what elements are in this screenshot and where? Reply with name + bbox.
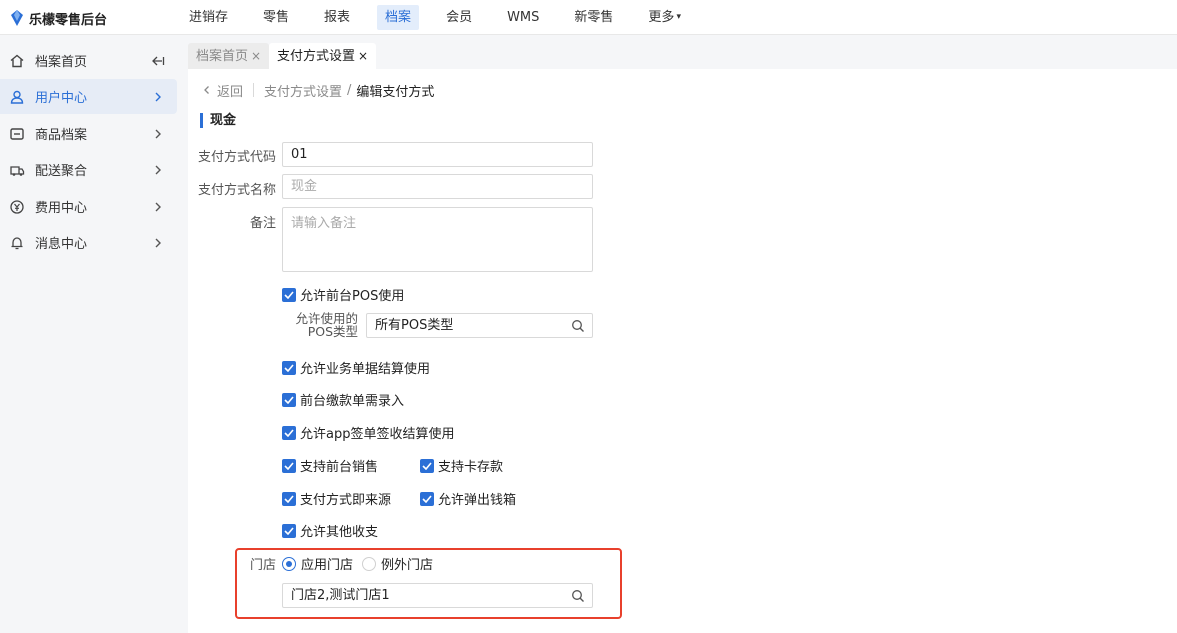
checkbox-checked-icon bbox=[282, 491, 296, 506]
tab-payment-settings[interactable]: 支付方式设置 × bbox=[269, 43, 377, 69]
nav-item-archive[interactable]: 档案 bbox=[377, 5, 420, 30]
nav-item-new-retail[interactable]: 新零售 bbox=[566, 5, 621, 30]
payment-is-source-checkbox[interactable]: 支付方式即来源 bbox=[282, 489, 391, 508]
nav-item-inventory[interactable]: 进销存 bbox=[181, 5, 236, 30]
pos-type-label: 允许使用的 POS类型 bbox=[280, 312, 358, 338]
allow-app-settle-checkbox[interactable]: 允许app签单签收结算使用 bbox=[282, 423, 454, 442]
checkbox-checked-icon bbox=[282, 392, 296, 407]
tab-label: 支付方式设置 bbox=[277, 49, 356, 64]
tab-archive-home[interactable]: 档案首页 × bbox=[188, 43, 270, 69]
breadcrumb-divider bbox=[253, 83, 255, 97]
breadcrumb-slash: / bbox=[347, 82, 352, 98]
remark-textarea[interactable]: 请输入备注 bbox=[282, 207, 593, 272]
name-label: 支付方式名称 bbox=[198, 183, 277, 198]
sidebar-item-fee-center[interactable]: 费用中心 bbox=[0, 189, 177, 224]
checkbox-checked-icon bbox=[282, 360, 296, 375]
top-bar: 乐檬零售后台 进销存 零售 报表 档案 会员 WMS 新零售 更多 ▾ bbox=[0, 0, 1177, 35]
nav-item-more[interactable]: 更多 ▾ bbox=[640, 5, 689, 30]
sidebar-item-label: 商品档案 bbox=[35, 128, 88, 143]
search-icon[interactable] bbox=[571, 319, 585, 333]
fee-icon bbox=[8, 198, 26, 216]
nav-item-reports[interactable]: 报表 bbox=[316, 5, 358, 30]
sidebar-item-label: 用户中心 bbox=[35, 91, 88, 106]
pos-type-select[interactable]: 所有POS类型 bbox=[366, 313, 593, 338]
checkbox-label: 前台缴款单需录入 bbox=[300, 394, 405, 409]
code-label: 支付方式代码 bbox=[198, 150, 277, 165]
checkbox-label: 允许业务单据结算使用 bbox=[300, 362, 431, 377]
sidebar-item-label: 费用中心 bbox=[35, 201, 88, 216]
checkbox-label: 支持前台销售 bbox=[300, 460, 379, 475]
chevron-right-icon bbox=[151, 163, 165, 177]
allow-cash-drawer-checkbox[interactable]: 允许弹出钱箱 bbox=[420, 489, 516, 508]
home-icon bbox=[8, 52, 26, 70]
name-input[interactable]: 现金 bbox=[282, 174, 593, 199]
product-icon bbox=[8, 125, 26, 143]
close-icon[interactable]: × bbox=[358, 49, 368, 63]
delivery-icon bbox=[8, 161, 26, 179]
nav-item-member[interactable]: 会员 bbox=[438, 5, 480, 30]
checkbox-checked-icon bbox=[282, 458, 296, 473]
sidebar-item-label: 配送聚合 bbox=[35, 164, 88, 179]
logo-icon bbox=[11, 10, 23, 26]
checkbox-checked-icon bbox=[282, 425, 296, 440]
pos-type-label-line2: POS类型 bbox=[307, 324, 358, 339]
sidebar-item-label: 消息中心 bbox=[35, 237, 88, 252]
sidebar-item-label: 档案首页 bbox=[35, 55, 88, 70]
checkbox-label: 允许弹出钱箱 bbox=[438, 493, 517, 508]
checkbox-label: 允许其他收支 bbox=[300, 525, 379, 540]
checkbox-checked-icon bbox=[420, 458, 434, 473]
caret-down-icon: ▾ bbox=[676, 12, 681, 22]
back-link[interactable]: 返回 bbox=[202, 81, 243, 100]
checkbox-label: 允许前台POS使用 bbox=[300, 289, 405, 304]
chevron-right-icon bbox=[151, 127, 165, 141]
checkbox-label: 支持卡存款 bbox=[438, 460, 504, 475]
app-title: 乐檬零售后台 bbox=[29, 12, 108, 28]
tab-bar: 档案首页 × 支付方式设置 × bbox=[188, 35, 1177, 69]
sidebar-item-user-center[interactable]: 用户中心 bbox=[0, 79, 177, 114]
back-label: 返回 bbox=[217, 84, 244, 100]
support-card-deposit-checkbox[interactable]: 支持卡存款 bbox=[420, 456, 503, 475]
breadcrumb: 返回 支付方式设置 / 编辑支付方式 bbox=[202, 81, 435, 100]
top-nav: 进销存 零售 报表 档案 会员 WMS 新零售 更多 ▾ bbox=[181, 5, 708, 30]
checkbox-checked-icon bbox=[282, 523, 296, 538]
front-payment-entry-checkbox[interactable]: 前台缴款单需录入 bbox=[282, 390, 404, 409]
collapse-sidebar-icon[interactable] bbox=[151, 54, 165, 68]
chevron-right-icon bbox=[151, 236, 165, 250]
breadcrumb-current: 编辑支付方式 bbox=[356, 84, 435, 100]
allow-other-income-checkbox[interactable]: 允许其他收支 bbox=[282, 521, 378, 540]
nav-item-retail[interactable]: 零售 bbox=[255, 5, 297, 30]
remark-label: 备注 bbox=[249, 216, 276, 231]
chevron-right-icon bbox=[151, 200, 165, 214]
nav-item-wms[interactable]: WMS bbox=[499, 5, 547, 30]
breadcrumb-parent[interactable]: 支付方式设置 bbox=[264, 81, 342, 100]
pos-type-value: 所有POS类型 bbox=[375, 318, 454, 333]
bell-icon bbox=[8, 234, 26, 252]
sidebar-item-delivery[interactable]: 配送聚合 bbox=[0, 152, 177, 187]
allow-pos-checkbox[interactable]: 允许前台POS使用 bbox=[282, 285, 404, 304]
chevron-right-icon bbox=[151, 90, 165, 104]
section-title: 现金 bbox=[200, 113, 236, 128]
sidebar-item-message-center[interactable]: 消息中心 bbox=[0, 225, 177, 260]
checkbox-label: 支付方式即来源 bbox=[300, 493, 392, 508]
sidebar-item-archive-home[interactable]: 档案首页 bbox=[0, 43, 177, 78]
checkbox-checked-icon bbox=[282, 287, 296, 302]
close-icon[interactable]: × bbox=[251, 49, 261, 63]
chevron-left-icon bbox=[204, 86, 209, 94]
tab-label: 档案首页 bbox=[196, 49, 249, 64]
app-logo[interactable]: 乐檬零售后台 bbox=[9, 8, 107, 28]
checkbox-label: 允许app签单签收结算使用 bbox=[300, 427, 455, 442]
sidebar-item-product-archive[interactable]: 商品档案 bbox=[0, 116, 177, 151]
allow-business-settle-checkbox[interactable]: 允许业务单据结算使用 bbox=[282, 358, 430, 377]
sidebar: 档案首页 用户中心 商品档案 配送聚合 费用中心 消息中心 bbox=[0, 35, 188, 633]
highlight-annotation-box bbox=[235, 548, 622, 619]
checkbox-checked-icon bbox=[420, 491, 434, 506]
code-input[interactable]: 01 bbox=[282, 142, 593, 167]
support-front-sales-checkbox[interactable]: 支持前台销售 bbox=[282, 456, 378, 475]
user-icon bbox=[8, 88, 26, 106]
nav-more-label: 更多 bbox=[648, 10, 675, 25]
